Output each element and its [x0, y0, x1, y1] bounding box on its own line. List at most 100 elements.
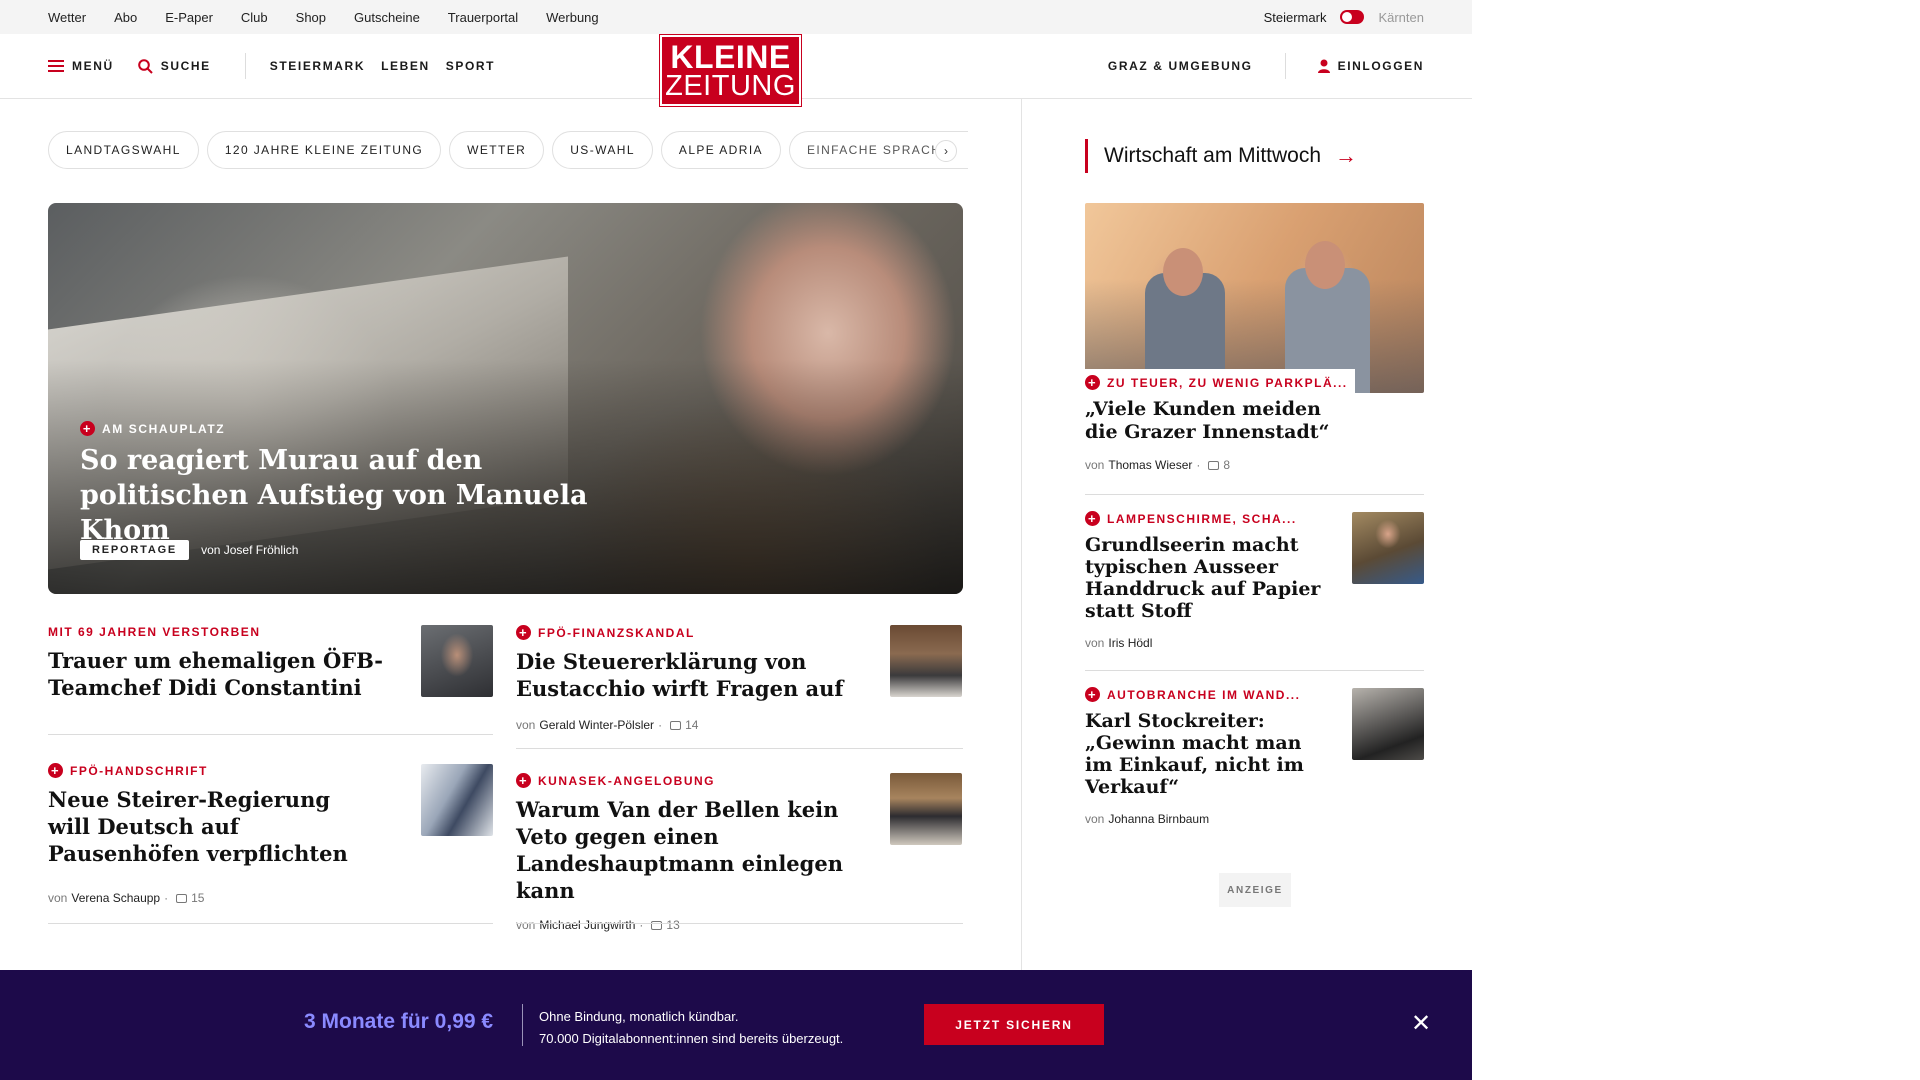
teaser-divider	[516, 923, 963, 924]
region-steiermark[interactable]: Steiermark	[1264, 10, 1327, 25]
nav-steiermark[interactable]: STEIERMARK	[270, 59, 365, 73]
utility-link-trauerportal[interactable]: Trauerportal	[448, 10, 518, 25]
utility-links: Wetter Abo E-Paper Club Shop Gutscheine …	[48, 0, 599, 34]
byline-author[interactable]: Johanna Birnbaum	[1108, 812, 1209, 826]
sidebar-divider	[1085, 494, 1424, 495]
hero-title[interactable]: So reagiert Murau auf den politischen Au…	[80, 443, 640, 548]
sidebar-item-innenstadt[interactable]: + ZU TEUER, ZU WENIG PARKPLÄ... „Viele Ku…	[1085, 369, 1355, 472]
thumb-constantini[interactable]	[421, 625, 493, 697]
region-toggle[interactable]	[1340, 10, 1365, 24]
topic-chips: LANDTAGSWAHL 120 JAHRE KLEINE ZEITUNG WE…	[48, 131, 968, 169]
chevron-right-icon[interactable]: ›	[935, 140, 957, 162]
teaser-kicker-text: AUTOBRANCHE IM WAND...	[1107, 687, 1301, 702]
nav-graz-umgebung[interactable]: GRAZ & UMGEBUNG	[1108, 59, 1253, 73]
comment-icon	[651, 920, 663, 930]
teaser-constantini[interactable]: MIT 69 JAHREN VERSTORBEN Trauer um ehema…	[48, 625, 408, 701]
teaser-deutsch-pausenhoefe[interactable]: + FPÖ-HANDSCHRIFT Neue Steirer-Regierung …	[48, 763, 348, 905]
comment-icon	[1208, 460, 1220, 470]
search-button[interactable]: SUCHE	[137, 58, 211, 74]
utility-link-wetter[interactable]: Wetter	[48, 10, 86, 25]
user-icon	[1317, 59, 1330, 73]
thumb-stockreiter[interactable]	[1352, 688, 1424, 760]
logo-line-1: KLEINE	[670, 38, 791, 75]
teaser-eustacchio[interactable]: + FPÖ-FINANZSKANDAL Die Steuererklärung v…	[516, 625, 846, 732]
plus-icon: +	[48, 763, 63, 778]
plus-icon: +	[1085, 511, 1100, 526]
thumb-handdruck[interactable]	[1352, 512, 1424, 584]
thumb-schule[interactable]	[421, 764, 493, 836]
hero-article[interactable]: + AM SCHAUPLATZ So reagiert Murau auf de…	[48, 203, 963, 594]
utility-link-abo[interactable]: Abo	[114, 10, 137, 25]
plus-icon: +	[516, 773, 531, 788]
plus-icon: +	[1085, 687, 1100, 702]
menu-button[interactable]: MENÜ	[48, 59, 114, 73]
byline-author[interactable]: Verena Schaupp	[71, 891, 160, 905]
plus-icon: +	[516, 625, 531, 640]
arrow-right-icon: →	[1335, 143, 1358, 168]
chip-120-jahre[interactable]: 120 JAHRE KLEINE ZEITUNG	[206, 131, 442, 169]
header-divider	[244, 53, 246, 79]
ad-label: ANZEIGE	[1219, 873, 1291, 907]
site-header: MENÜ SUCHE STEIERMARK LEBEN SPORT KLEINE…	[0, 34, 1472, 107]
login-button[interactable]: EINLOGGEN	[1317, 59, 1424, 73]
teaser-title[interactable]: „Viele Kunden meiden die Grazer Innensta…	[1085, 398, 1341, 444]
teaser-byline: von Iris Hödl	[1085, 636, 1335, 650]
utility-link-epaper[interactable]: E-Paper	[165, 10, 213, 25]
sidebar-item-handdruck[interactable]: + LAMPENSCHIRME, SCHA... Grundlseerin mac…	[1085, 511, 1335, 650]
hamburger-icon	[48, 60, 64, 72]
teaser-kicker-text: ZU TEUER, ZU WENIG PARKPLÄ...	[1107, 375, 1348, 390]
thumb-eustacchio[interactable]	[890, 625, 962, 697]
teaser-kicker: + AUTOBRANCHE IM WAND...	[1085, 687, 1335, 702]
teaser-byline: von Gerald Winter-Pölsler · 14	[516, 718, 699, 732]
chip-alpe-adria[interactable]: ALPE ADRIA	[660, 131, 781, 169]
byline-prefix: von	[516, 918, 536, 932]
teaser-title[interactable]: Neue Steirer-Regierung will Deutsch auf …	[48, 786, 348, 867]
comment-icon	[176, 893, 188, 903]
teaser-title[interactable]: Warum Van der Bellen kein Veto gegen ein…	[516, 796, 886, 904]
teaser-title[interactable]: Trauer um ehemaligen ÖFB-Teamchef Didi C…	[48, 647, 408, 701]
person-head	[1305, 241, 1345, 289]
page: Wetter Abo E-Paper Club Shop Gutscheine …	[0, 0, 1472, 1080]
comment-count[interactable]: 15	[191, 891, 204, 905]
utility-link-club[interactable]: Club	[241, 10, 268, 25]
sidebar-heading[interactable]: Wirtschaft am Mittwoch →	[1085, 139, 1357, 173]
teaser-title[interactable]: Grundlseerin macht typischen Ausseer Han…	[1085, 534, 1335, 622]
comment-count[interactable]: 8	[1223, 458, 1230, 472]
comment-count[interactable]: 14	[685, 718, 698, 732]
teaser-title[interactable]: Die Steuererklärung von Eustacchio wirft…	[516, 648, 846, 702]
teaser-byline: von Michael Jungwirth · 13	[516, 918, 680, 932]
sidebar-item-stockreiter[interactable]: + AUTOBRANCHE IM WAND... Karl Stockreiter…	[1085, 687, 1335, 826]
subscription-banner: 3 Monate für 0,99 € Ohne Bindung, monatl…	[0, 970, 1472, 1080]
teaser-kicker: + LAMPENSCHIRME, SCHA...	[1085, 511, 1335, 526]
thumb-hofburg[interactable]	[890, 773, 962, 845]
byline-author[interactable]: Gerald Winter-Pölsler	[539, 718, 654, 732]
close-icon[interactable]: ✕	[1411, 1012, 1431, 1036]
nav-leben-label: LEBEN	[381, 59, 430, 73]
site-logo[interactable]: KLEINE ZEITUNG	[659, 34, 802, 107]
plus-icon: +	[1085, 375, 1100, 390]
teaser-kicker: + FPÖ-FINANZSKANDAL	[516, 625, 846, 640]
comment-count[interactable]: 13	[666, 918, 679, 932]
region-kaernten[interactable]: Kärnten	[1378, 10, 1424, 25]
sidebar-lead-image[interactable]	[1085, 203, 1424, 393]
chip-wetter[interactable]: WETTER	[449, 131, 545, 169]
nav-sport[interactable]: SPORT	[446, 59, 495, 73]
byline-prefix: von	[48, 891, 68, 905]
promo-cta-button[interactable]: JETZT SICHERN	[924, 1004, 1104, 1045]
hero-kicker-text: AM SCHAUPLATZ	[102, 421, 226, 436]
column-divider	[1021, 99, 1022, 970]
teaser-divider	[48, 734, 493, 735]
utility-link-gutscheine[interactable]: Gutscheine	[354, 10, 420, 25]
region-switch: Steiermark Kärnten	[1264, 0, 1424, 34]
utility-link-werbung[interactable]: Werbung	[546, 10, 599, 25]
byline-author[interactable]: Michael Jungwirth	[539, 918, 635, 932]
byline-prefix: von	[1085, 458, 1105, 472]
chip-landtagswahl[interactable]: LANDTAGSWAHL	[48, 131, 199, 169]
teaser-title[interactable]: Karl Stockreiter: „Gewinn macht man im E…	[1085, 710, 1335, 798]
byline-author[interactable]: Thomas Wieser	[1108, 458, 1192, 472]
teaser-van-der-bellen[interactable]: + KUNASEK-ANGELOBUNG Warum Van der Bellen…	[516, 773, 886, 932]
chip-us-wahl[interactable]: US-WAHL	[552, 131, 653, 169]
utility-link-shop[interactable]: Shop	[296, 10, 326, 25]
nav-leben[interactable]: LEBEN	[381, 59, 430, 73]
byline-author[interactable]: Iris Hödl	[1108, 636, 1152, 650]
